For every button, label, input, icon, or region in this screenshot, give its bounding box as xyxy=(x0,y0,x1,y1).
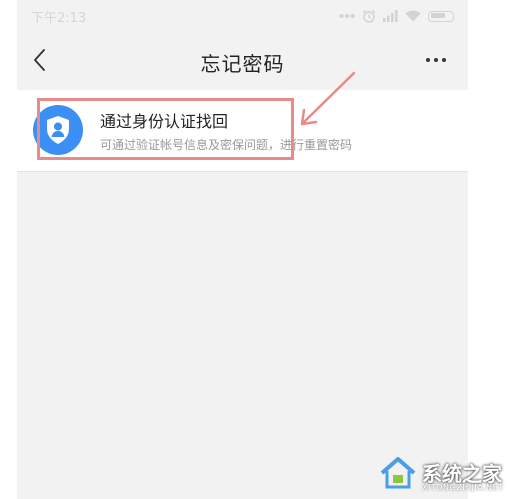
more-options-button[interactable] xyxy=(418,46,454,74)
nav-bar: 忘记密码 xyxy=(17,32,468,90)
wifi-icon xyxy=(405,10,421,22)
option-description: 可通过验证帐号信息及密保问题，进行重置密码 xyxy=(100,138,353,152)
page-title: 忘记密码 xyxy=(200,52,285,76)
phone-screen: 下午2:13 忘记密码 通过身份认证找回 可通过验证帐号信息及密保问题，进行重置… xyxy=(17,0,468,499)
signal-icon xyxy=(383,10,398,22)
alarm-icon xyxy=(362,9,376,23)
dot-icon xyxy=(442,58,446,62)
status-bar: 下午2:13 xyxy=(17,0,468,32)
status-time: 下午2:13 xyxy=(31,10,87,26)
dot-icon xyxy=(426,58,430,62)
dot-icon xyxy=(434,58,438,62)
battery-icon xyxy=(428,10,454,22)
shield-user-icon xyxy=(33,105,83,155)
identity-recovery-option[interactable]: 通过身份认证找回 可通过验证帐号信息及密保问题，进行重置密码 xyxy=(17,90,468,172)
status-icons xyxy=(339,9,454,23)
option-title: 通过身份认证找回 xyxy=(100,112,229,131)
more-notifications-icon xyxy=(339,14,355,18)
